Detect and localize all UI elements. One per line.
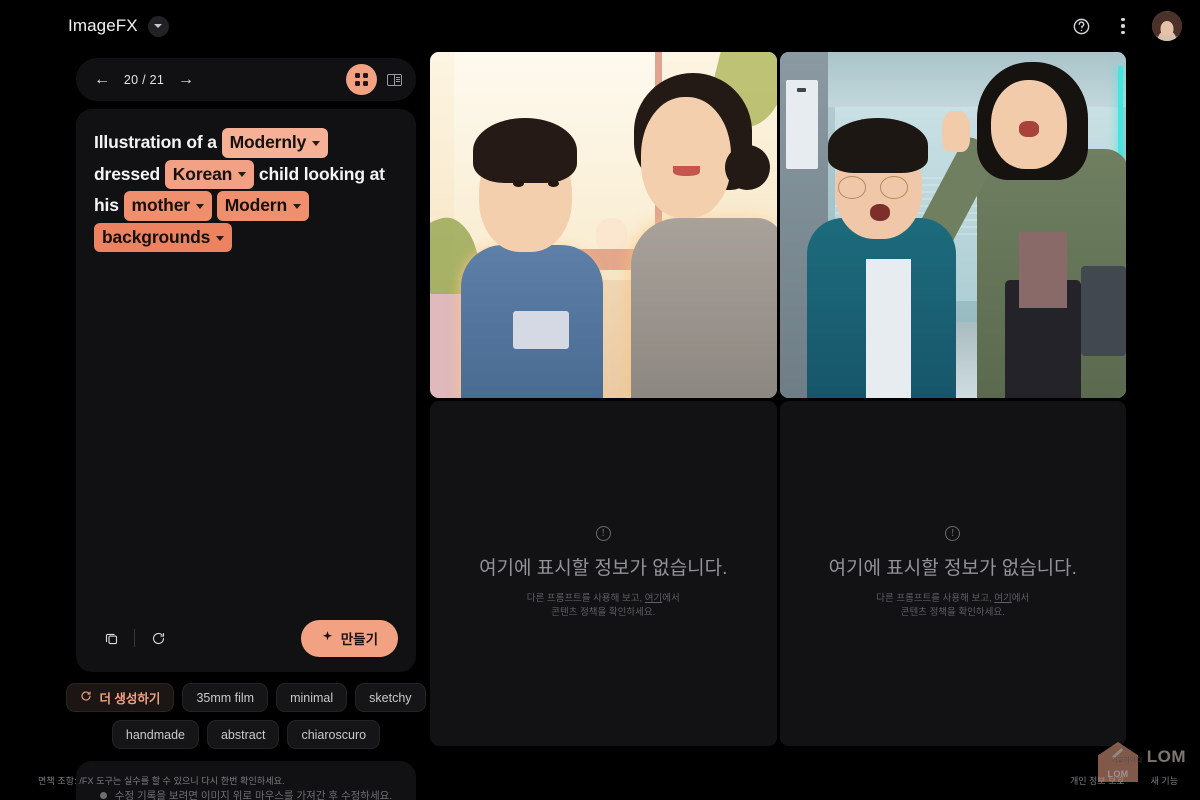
header-actions: [1064, 9, 1182, 43]
empty-state-subtitle: 다른 프롬프트를 사용해 보고, 여기에서 콘텐츠 정책을 확인하세요.: [876, 592, 1029, 621]
info-circle-icon: !: [595, 525, 611, 541]
left-panel: ← 20 / 21 → Illustration of a Modernly d…: [66, 58, 426, 800]
chip-label: Modern: [224, 195, 287, 216]
create-button[interactable]: 만들기: [300, 619, 398, 657]
empty-sub-link[interactable]: 여기: [645, 593, 662, 604]
app-footer: 면책 조항: /FX 도구는 실수를 할 수 있으니 다시 한번 확인하세요. …: [0, 760, 1200, 800]
sparkle-icon: [321, 630, 334, 646]
prompt-spacer: [94, 253, 398, 608]
empty-sub-link[interactable]: 여기: [994, 593, 1011, 604]
gallery-image-2[interactable]: [779, 52, 1126, 398]
empty-sub-before: 다른 프롬프트를 사용해 보고,: [526, 592, 645, 604]
create-button-label: 만들기: [340, 632, 378, 647]
info-circle-icon: !: [945, 525, 961, 541]
prompt-chip-modern[interactable]: Modern: [216, 191, 309, 221]
avatar[interactable]: [1152, 11, 1182, 41]
chip-label: Modernly: [229, 132, 307, 152]
prompt-word: Illustration of a: [94, 132, 222, 152]
style-chip-minimal[interactable]: minimal: [276, 683, 348, 712]
image-grid: ! 여기에 표시할 정보가 없습니다. 다른 프롬프트를 사용해 보고, 여기에…: [430, 52, 1126, 746]
arrow-left-icon[interactable]: ←: [92, 71, 112, 88]
brand[interactable]: ImageFX: [68, 15, 169, 37]
style-chip-35mm-film[interactable]: 35mm film: [182, 683, 269, 712]
view-toggle: [346, 64, 410, 95]
imagefx-app: ImageFX ← 20 / 21 → Illustration of a Mo…: [0, 0, 1200, 800]
prompt-word: dressed: [94, 163, 165, 184]
generate-more-chip[interactable]: 더 생성하기: [66, 683, 175, 712]
chevron-down-icon: [238, 172, 247, 178]
prompt-footer: 만들기: [94, 608, 398, 672]
gallery-empty-cell-1[interactable]: ! 여기에 표시할 정보가 없습니다. 다른 프롬프트를 사용해 보고, 여기에…: [430, 400, 777, 746]
style-row-1: 더 생성하기 35mm film minimal sketchy: [66, 683, 426, 712]
page-counter: 20 / 21: [123, 72, 165, 87]
chip-label: backgrounds: [102, 226, 211, 247]
chip-label: mother: [131, 195, 191, 216]
style-chip-chiaroscuro[interactable]: chiaroscuro: [287, 720, 381, 749]
footer-links: 개인 정보 보호 새 기능: [1070, 774, 1178, 787]
split-panel-view-icon[interactable]: [379, 64, 410, 95]
refresh-icon[interactable]: [141, 621, 175, 655]
footer-link-new-features[interactable]: 새 기능: [1151, 774, 1178, 787]
chevron-down-icon: [292, 203, 301, 209]
style-row-2: handmade abstract chiaroscuro: [111, 720, 381, 749]
empty-sub-after: 에서: [1011, 592, 1030, 604]
empty-sub-line2: 콘텐츠 정책을 확인하세요.: [551, 607, 656, 619]
refresh-icon: [80, 690, 92, 705]
style-chip-sketchy[interactable]: sketchy: [355, 683, 426, 712]
more-vertical-icon[interactable]: [1106, 9, 1140, 43]
empty-sub-after: 에서: [662, 592, 680, 604]
chip-label: Korean: [172, 163, 233, 184]
empty-state-title: 여기에 표시할 정보가 없습니다.: [479, 557, 728, 579]
prompt-chip-backgrounds[interactable]: backgrounds: [94, 222, 233, 253]
divider: [134, 629, 135, 647]
style-chip-handmade[interactable]: handmade: [111, 720, 199, 749]
empty-state-title: 여기에 표시할 정보가 없습니다.: [828, 557, 1077, 579]
prompt-chip-korean[interactable]: Korean: [164, 159, 255, 190]
gallery-navbar: ← 20 / 21 →: [76, 58, 416, 101]
empty-sub-before: 다른 프롬프트를 사용해 보고,: [876, 592, 995, 604]
help-circle-icon[interactable]: [1064, 9, 1098, 43]
prompt-card[interactable]: Illustration of a Modernly dressed Korea…: [76, 109, 416, 672]
disclaimer-text: 면책 조항: /FX 도구는 실수를 할 수 있으니 다시 한번 확인하세요.: [38, 775, 285, 786]
app-header: ImageFX: [0, 0, 1200, 52]
grid-view-icon[interactable]: [346, 64, 377, 95]
chevron-down-icon: [216, 235, 225, 241]
chevron-down-icon[interactable]: [147, 15, 169, 37]
arrow-right-icon[interactable]: →: [176, 71, 196, 88]
footer-link-privacy[interactable]: 개인 정보 보호: [1070, 774, 1125, 787]
prompt-text[interactable]: Illustration of a Modernly dressed Korea…: [94, 127, 398, 253]
empty-state-subtitle: 다른 프롬프트를 사용해 보고, 여기에서 콘텐츠 정책을 확인하세요.: [527, 592, 680, 621]
style-chip-abstract[interactable]: abstract: [206, 720, 280, 749]
chevron-down-icon: [312, 140, 321, 146]
chevron-down-icon: [195, 203, 204, 209]
generate-more-label: 더 생성하기: [99, 692, 161, 706]
copy-icon[interactable]: [94, 621, 128, 655]
empty-sub-line2: 콘텐츠 정책을 확인하세요.: [900, 607, 1005, 619]
gallery-empty-cell-2[interactable]: ! 여기에 표시할 정보가 없습니다. 다른 프롬프트를 사용해 보고, 여기에…: [779, 400, 1126, 746]
artwork-cool-street-pointing: [779, 52, 1126, 398]
prompt-chip-mother[interactable]: mother: [123, 191, 212, 221]
gallery-image-1[interactable]: [430, 52, 777, 398]
style-suggestions: 더 생성하기 35mm film minimal sketchy handmad…: [66, 683, 426, 749]
prompt-chip-modernly[interactable]: Modernly: [221, 128, 329, 158]
app-title: ImageFX: [68, 16, 138, 35]
artwork-warm-mother-and-child: [430, 52, 777, 398]
